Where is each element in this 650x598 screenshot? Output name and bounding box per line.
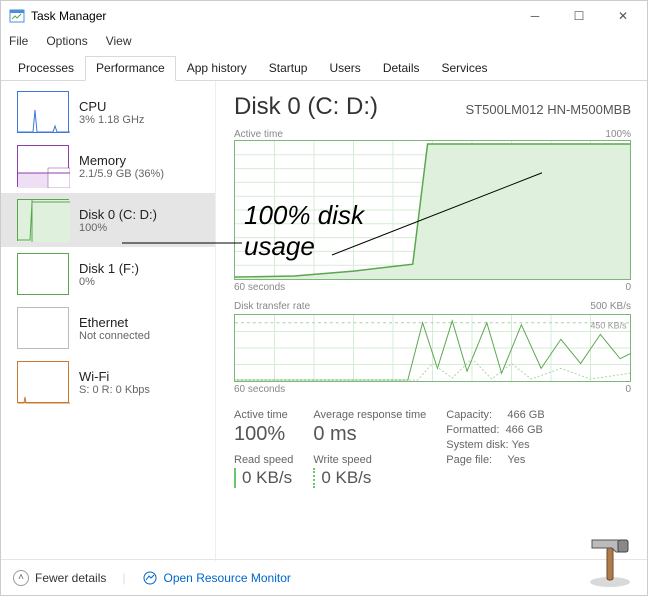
sidebar-item-label: Disk 1 (F:) — [79, 261, 139, 276]
graph1-max: 100% — [605, 129, 631, 140]
disk1-mini-graph — [17, 253, 69, 295]
disk-model: ST500LM012 HN-M500MBB — [466, 102, 631, 117]
tab-performance[interactable]: Performance — [85, 56, 176, 81]
resource-monitor-icon — [142, 570, 158, 586]
wifi-mini-graph — [17, 361, 69, 403]
memory-mini-graph — [17, 145, 69, 187]
graph2-max: 500 KB/s — [590, 301, 631, 312]
ethernet-mini-graph — [17, 307, 69, 349]
window-title: Task Manager — [31, 9, 106, 23]
svg-text:450 KB/s: 450 KB/s — [591, 321, 628, 331]
cpu-mini-graph — [17, 91, 69, 133]
sidebar-item-label: Disk 0 (C: D:) — [79, 207, 157, 222]
sidebar-item-label: Ethernet — [79, 315, 150, 330]
task-manager-window: Task Manager ─ ☐ ✕ File Options View Pro… — [0, 0, 648, 596]
performance-sidebar: CPU3% 1.18 GHz Memory2.1/5.9 GB (36%) Di… — [1, 81, 216, 561]
disk0-mini-graph — [17, 199, 69, 241]
sidebar-item-memory[interactable]: Memory2.1/5.9 GB (36%) — [1, 139, 215, 193]
minimize-button[interactable]: ─ — [513, 2, 557, 30]
tab-startup[interactable]: Startup — [258, 56, 319, 81]
active-time-graph — [234, 140, 631, 280]
content-area: CPU3% 1.18 GHz Memory2.1/5.9 GB (36%) Di… — [1, 81, 647, 561]
disk-properties: Capacity: 466 GB Formatted: 466 GB Syste… — [446, 409, 544, 488]
transfer-rate-graph: 450 KB/s — [234, 314, 631, 382]
tab-users[interactable]: Users — [318, 56, 371, 81]
stats-row: Active time 100% Read speed 0 KB/s Avera… — [234, 409, 631, 488]
maximize-button[interactable]: ☐ — [557, 2, 601, 30]
menu-file[interactable]: File — [9, 34, 28, 48]
sidebar-item-label: CPU — [79, 99, 144, 114]
stat-write-speed: 0 KB/s — [313, 468, 426, 488]
tab-services[interactable]: Services — [431, 56, 499, 81]
page-title: Disk 0 (C: D:) — [234, 93, 378, 121]
hammer-icon — [578, 526, 642, 590]
main-panel: Disk 0 (C: D:) ST500LM012 HN-M500MBB Act… — [216, 81, 647, 561]
tab-bar: Processes Performance App history Startu… — [1, 51, 647, 81]
fewer-details-button[interactable]: ˄ Fewer details — [13, 570, 106, 586]
tab-app-history[interactable]: App history — [176, 56, 258, 81]
sidebar-item-label: Memory — [79, 153, 164, 168]
sidebar-item-cpu[interactable]: CPU3% 1.18 GHz — [1, 85, 215, 139]
menu-options[interactable]: Options — [46, 34, 87, 48]
open-resource-monitor-link[interactable]: Open Resource Monitor — [142, 570, 291, 586]
graph1-label: Active time — [234, 129, 283, 140]
footer-bar: ˄ Fewer details | Open Resource Monitor — [1, 559, 647, 595]
close-button[interactable]: ✕ — [601, 2, 645, 30]
sidebar-item-disk1[interactable]: Disk 1 (F:)0% — [1, 247, 215, 301]
stat-avg-response: 0 ms — [313, 423, 426, 446]
menu-view[interactable]: View — [106, 34, 132, 48]
tab-details[interactable]: Details — [372, 56, 431, 81]
menubar: File Options View — [1, 31, 647, 51]
app-icon — [9, 8, 25, 24]
sidebar-item-label: Wi-Fi — [79, 369, 150, 384]
graph2-label: Disk transfer rate — [234, 301, 310, 312]
tab-processes[interactable]: Processes — [7, 56, 85, 81]
sidebar-item-disk0[interactable]: Disk 0 (C: D:)100% — [1, 193, 215, 247]
sidebar-item-wifi[interactable]: Wi-FiS: 0 R: 0 Kbps — [1, 355, 215, 409]
titlebar: Task Manager ─ ☐ ✕ — [1, 1, 647, 31]
sidebar-item-ethernet[interactable]: EthernetNot connected — [1, 301, 215, 355]
stat-read-speed: 0 KB/s — [234, 468, 293, 488]
chevron-up-icon: ˄ — [13, 570, 29, 586]
stat-active-time: 100% — [234, 423, 293, 446]
